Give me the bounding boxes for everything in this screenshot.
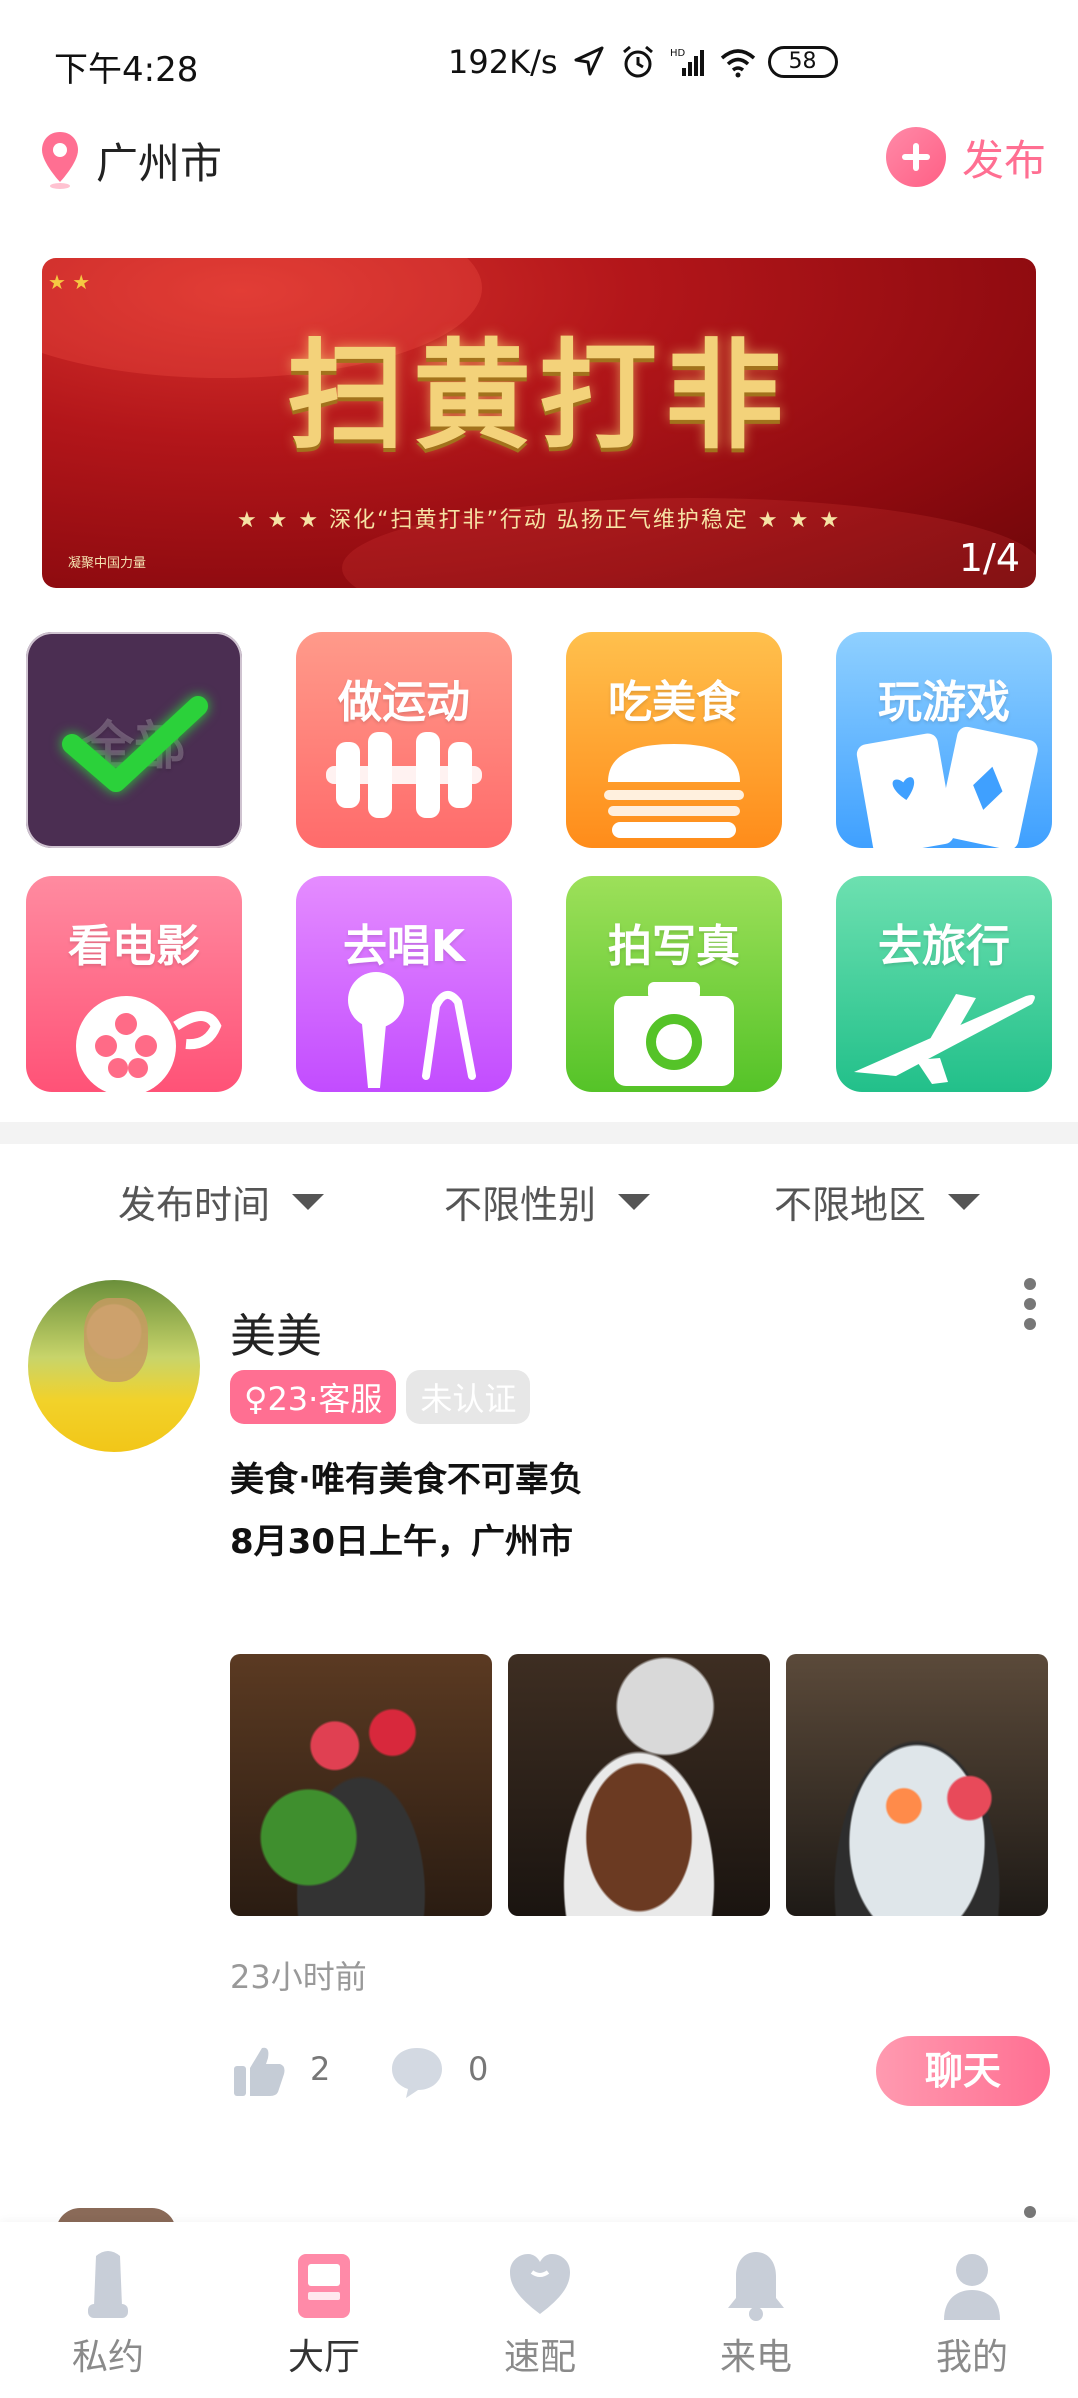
- avatar[interactable]: [28, 1280, 200, 1452]
- caret-down-icon: [948, 1193, 981, 1210]
- city-selector[interactable]: 广州市: [96, 130, 222, 191]
- status-icons: 192K/s HD 58: [448, 40, 838, 84]
- microphone-icon: [348, 972, 476, 1088]
- gender-age-badge: ♀23·客服: [230, 1370, 397, 1424]
- header: 广州市 发布: [0, 120, 1078, 240]
- wifi-icon: [720, 49, 755, 78]
- post-time: 23小时前: [230, 1958, 367, 1996]
- location-pin-icon[interactable]: [40, 130, 80, 190]
- nav-item-call[interactable]: 来电: [648, 2222, 864, 2398]
- post-author-name[interactable]: 美美: [230, 1300, 322, 1366]
- film-reel-icon: [76, 996, 222, 1092]
- publish-label: 发布: [962, 135, 1047, 185]
- nav-label: 来电: [719, 2337, 792, 2378]
- post-line-1: 美食·唯有美食不可辜负: [230, 1460, 583, 1500]
- post-photo[interactable]: [230, 1654, 492, 1916]
- plus-icon: [886, 127, 946, 187]
- caret-down-icon: [292, 1193, 325, 1210]
- nav-label: 速配: [503, 2337, 576, 2378]
- category-all[interactable]: 全部: [26, 632, 242, 848]
- nav-item-private[interactable]: 私约: [0, 2222, 216, 2398]
- caret-down-icon: [618, 1193, 651, 1210]
- publish-button[interactable]: 发布: [886, 124, 1046, 190]
- camera-icon: [614, 982, 734, 1086]
- airplane-icon: [854, 994, 1035, 1084]
- post-photo[interactable]: [508, 1654, 770, 1916]
- filter-gender[interactable]: 不限性别: [444, 1174, 651, 1229]
- post-line-2: 8月30日上午，广州市: [230, 1522, 573, 1562]
- location-arrow-icon: [574, 46, 604, 76]
- filter-time[interactable]: 发布时间: [118, 1174, 325, 1229]
- banner-subtitle: ★ ★ ★ 深化“扫黄打非”行动 弘扬正气维护稳定 ★ ★ ★: [236, 508, 842, 533]
- filter-time-label: 发布时间: [118, 1183, 271, 1227]
- filter-region[interactable]: 不限地区: [774, 1174, 981, 1229]
- comment-icon[interactable]: [388, 2042, 446, 2100]
- star-decoration-icon: ★ ★: [48, 270, 91, 294]
- filter-gender-label: 不限性别: [444, 1183, 597, 1227]
- svg-text:HD: HD: [670, 48, 686, 59]
- filter-bar: 发布时间 不限性别 不限地区: [0, 1144, 1078, 1250]
- alarm-icon: [622, 45, 653, 78]
- section-divider: [0, 1122, 1078, 1144]
- nav-item-match[interactable]: 速配: [432, 2222, 648, 2398]
- user-icon: [944, 2254, 1000, 2320]
- thumbs-up-icon[interactable]: [230, 2042, 288, 2100]
- status-time: 下午4:28: [54, 50, 199, 90]
- battery-icon: 58: [767, 46, 838, 78]
- hall-icon: [298, 2254, 350, 2318]
- hd-signal-icon: HD: [670, 48, 704, 76]
- condom-icon: [88, 2251, 128, 2318]
- comment-count: 0: [468, 2050, 489, 2088]
- category-game[interactable]: 玩游戏: [836, 632, 1052, 848]
- banner-pager: 1/4: [958, 536, 1020, 580]
- nav-label: 我的: [935, 2337, 1008, 2378]
- cards-icon: [856, 726, 1038, 848]
- category-food[interactable]: 吃美食: [566, 632, 782, 848]
- nav-label: 大厅: [287, 2337, 360, 2378]
- category-travel[interactable]: 去旅行: [836, 876, 1052, 1092]
- check-icon: [62, 696, 208, 792]
- burger-icon: [604, 744, 744, 838]
- category-movie[interactable]: 看电影: [26, 876, 242, 1092]
- net-speed: 192K/s: [448, 43, 558, 81]
- nav-label: 私约: [71, 2337, 144, 2378]
- post-badges: ♀23·客服 未认证: [230, 1370, 531, 1424]
- filter-region-label: 不限地区: [774, 1183, 927, 1227]
- bottom-nav: 私约 大厅 速配 来电 我的: [0, 2222, 1078, 2398]
- verify-badge: 未认证: [406, 1370, 531, 1424]
- more-options-icon[interactable]: [1016, 1272, 1044, 1342]
- like-count: 2: [310, 2050, 331, 2088]
- banner-org: 凝聚中国力量: [68, 556, 147, 571]
- post-photos: [230, 1654, 1048, 1916]
- banner-carousel[interactable]: ★ ★ 扫黄打非 ★ ★ ★ 深化“扫黄打非”行动 弘扬正气维护稳定 ★ ★ ★…: [42, 258, 1036, 588]
- chat-button[interactable]: 聊天: [876, 2036, 1050, 2106]
- nav-item-mine[interactable]: 我的: [864, 2222, 1078, 2398]
- dumbbell-icon: [326, 732, 482, 818]
- category-photo[interactable]: 拍写真: [566, 876, 782, 1092]
- status-bar: 下午4:28 192K/s HD 58: [0, 0, 1078, 120]
- category-ktv[interactable]: 去唱K: [296, 876, 512, 1092]
- bell-icon: [728, 2252, 784, 2321]
- heart-icon: [510, 2254, 570, 2314]
- next-post-more-icon[interactable]: [1024, 2206, 1036, 2218]
- category-sport[interactable]: 做运动: [296, 632, 512, 848]
- post-photo[interactable]: [786, 1654, 1048, 1916]
- nav-item-hall[interactable]: 大厅: [216, 2222, 432, 2398]
- post-actions: 2 0 聊天: [230, 2036, 1050, 2106]
- banner-title: 扫黄打非: [286, 326, 791, 465]
